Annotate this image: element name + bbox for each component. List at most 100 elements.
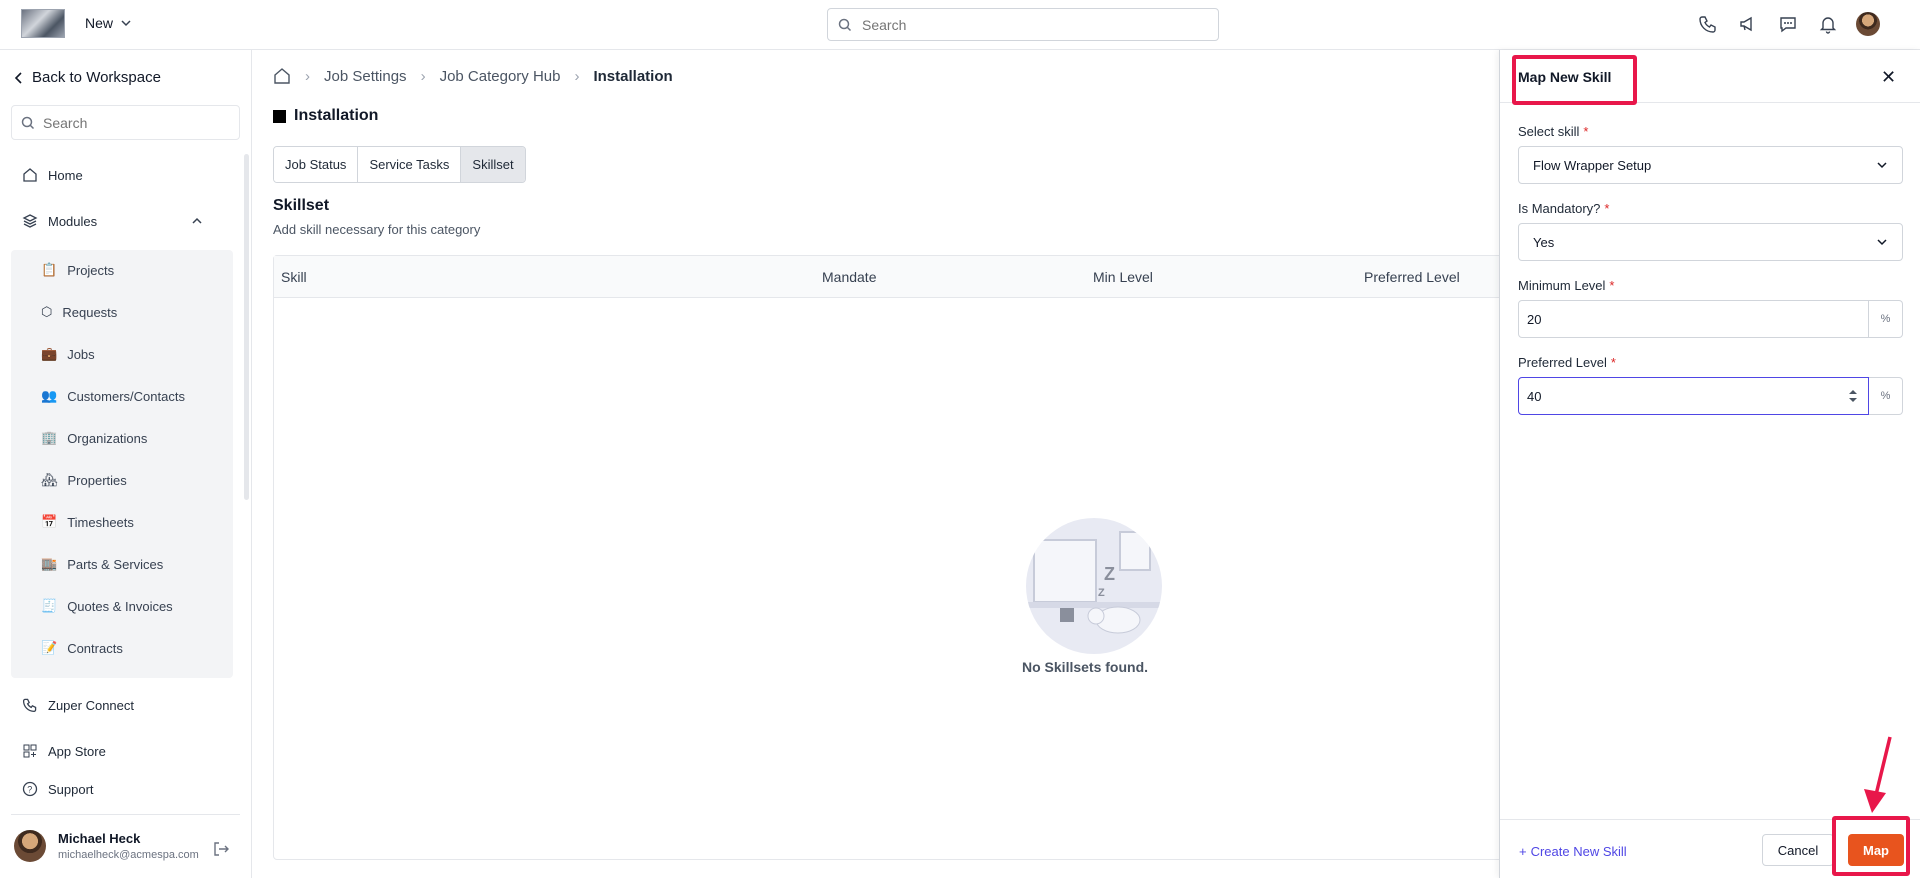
sidebar-item-home[interactable]: Home [22,167,83,183]
sidebar-item-label: Projects [67,262,115,278]
required-mark: * [1583,124,1589,139]
bell-icon[interactable] [1816,12,1840,36]
chevron-right-icon: › [574,67,580,85]
chat-icon[interactable] [1776,12,1800,36]
sidebar-item-projects[interactable]: 📋 Projects [41,262,114,278]
breadcrumb: › Job Settings › Job Category Hub › Inst… [273,67,673,85]
tab-service-tasks[interactable]: Service Tasks [358,147,462,182]
tab-job-status[interactable]: Job Status [274,147,359,182]
sidebar-item-label: Home [48,167,83,183]
back-label: Back to Workspace [32,69,161,86]
new-dropdown-button[interactable]: New [85,15,131,31]
column-preferred-level[interactable]: Preferred Level [1364,269,1460,285]
sidebar-item-organizations[interactable]: 🏢 Organizations [41,430,147,446]
sidebar-item-label: Organizations [67,430,148,446]
chevron-left-icon [14,71,22,84]
search-icon [21,116,35,129]
global-search[interactable] [827,8,1219,41]
divider [11,814,240,815]
clipboard-icon: 📋 [41,262,58,277]
warehouse-icon: 🏬 [41,556,58,571]
panel-header: Map New Skill ✕ [1500,50,1920,105]
skillset-table: Skill Mandate Min Level Preferred Level [273,255,1513,860]
column-mandate[interactable]: Mandate [822,269,876,285]
required-mark: * [1604,201,1610,216]
pref-level-label: Preferred Level * [1518,355,1616,370]
map-highlight-box [1832,816,1910,876]
sidebar-item-label: Contracts [67,640,123,656]
map-skill-panel: Map New Skill ✕ Select skill * Flow Wrapp… [1499,50,1920,878]
chevron-down-icon [1877,162,1887,169]
sidebar-item-customers[interactable]: 👥 Customers/Contacts [41,388,185,404]
category-color-swatch [273,109,286,123]
mandatory-dropdown[interactable]: Yes [1518,223,1903,261]
sidebar-item-label: Timesheets [67,514,134,530]
sidebar-item-zuper-connect[interactable]: Zuper Connect [22,697,134,713]
sidebar-item-requests[interactable]: ⬡ Requests [41,304,117,320]
min-level-field: 20 % [1518,300,1903,338]
svg-text:?: ? [27,785,32,795]
logout-icon[interactable] [212,840,230,861]
company-logo[interactable] [21,9,65,38]
sidebar-item-label: Support [48,781,94,797]
search-icon [838,18,852,31]
create-new-skill-link[interactable]: + Create New Skill [1519,844,1627,859]
sidebar-item-parts[interactable]: 🏬 Parts & Services [41,556,163,572]
required-mark: * [1609,278,1615,293]
home-icon[interactable] [273,67,291,85]
megaphone-icon[interactable] [1736,12,1760,36]
phone-icon[interactable] [1696,12,1720,36]
sidebar-item-jobs[interactable]: 💼 Jobs [41,346,95,362]
box-icon: ⬡ [41,304,53,319]
tab-skillset[interactable]: Skillset [461,147,525,182]
sidebar-item-label: Modules [48,213,98,229]
sidebar-item-properties[interactable]: 🏘 Properties [41,472,127,488]
grid-icon [23,744,37,758]
column-skill[interactable]: Skill [281,269,307,285]
sidebar-item-support[interactable]: ? Support [22,781,94,797]
select-skill-dropdown[interactable]: Flow Wrapper Setup [1518,146,1903,184]
chevron-right-icon: › [420,67,426,85]
user-name: Michael Heck [58,831,141,846]
breadcrumb-job-settings[interactable]: Job Settings [324,68,407,85]
back-to-workspace-link[interactable]: Back to Workspace [14,69,161,86]
invoice-icon: 🧾 [41,598,58,613]
sidebar-item-quotes[interactable]: 🧾 Quotes & Invoices [41,598,173,614]
min-level-input[interactable]: 20 [1518,300,1869,338]
chevron-down-icon [1877,239,1887,246]
sidebar-item-label: Properties [67,472,127,488]
close-icon[interactable]: ✕ [1881,67,1896,88]
user-profile[interactable]: Michael Heck michaelheck@acmespa.com [14,830,199,862]
title-highlight-box [1512,55,1637,105]
user-email: michaelheck@acmespa.com [58,849,199,861]
column-min-level[interactable]: Min Level [1093,269,1153,285]
users-icon: 👥 [41,388,58,403]
svg-text:Z: Z [1104,564,1115,584]
chevron-down-icon [121,20,131,27]
main-content: › Job Settings › Job Category Hub › Inst… [253,50,1513,878]
sidebar-item-label: Jobs [67,346,95,362]
breadcrumb-job-category-hub[interactable]: Job Category Hub [440,68,561,85]
calendar-icon: 📅 [41,514,58,529]
sidebar-item-label: Parts & Services [67,556,164,572]
sidebar-item-app-store[interactable]: App Store [22,743,106,759]
new-label: New [85,15,114,31]
sidebar-item-modules[interactable]: Modules [22,213,222,229]
cancel-button[interactable]: Cancel [1762,834,1834,866]
pref-level-input[interactable]: 40 [1518,377,1869,415]
sidebar-search-input[interactable] [43,114,223,131]
sidebar-item-contracts[interactable]: 📝 Contracts [41,640,123,656]
plus-icon: + [1519,844,1527,859]
number-stepper-icon[interactable] [1848,388,1858,404]
select-skill-label: Select skill * [1518,124,1589,139]
sidebar-search[interactable] [11,105,240,140]
global-search-input[interactable] [862,16,1182,33]
percent-suffix: % [1869,377,1903,415]
table-header: Skill Mandate Min Level Preferred Level [274,256,1512,298]
modules-submenu: 📋 Projects ⬡ Requests 💼 Jobs 👥 Customers/Con… [11,250,233,678]
sidebar-scrollbar[interactable] [244,154,249,500]
breadcrumb-current: Installation [593,67,673,85]
sidebar-item-label: App Store [48,743,106,759]
sidebar-item-timesheets[interactable]: 📅 Timesheets [41,514,134,530]
profile-avatar[interactable] [1856,12,1880,36]
